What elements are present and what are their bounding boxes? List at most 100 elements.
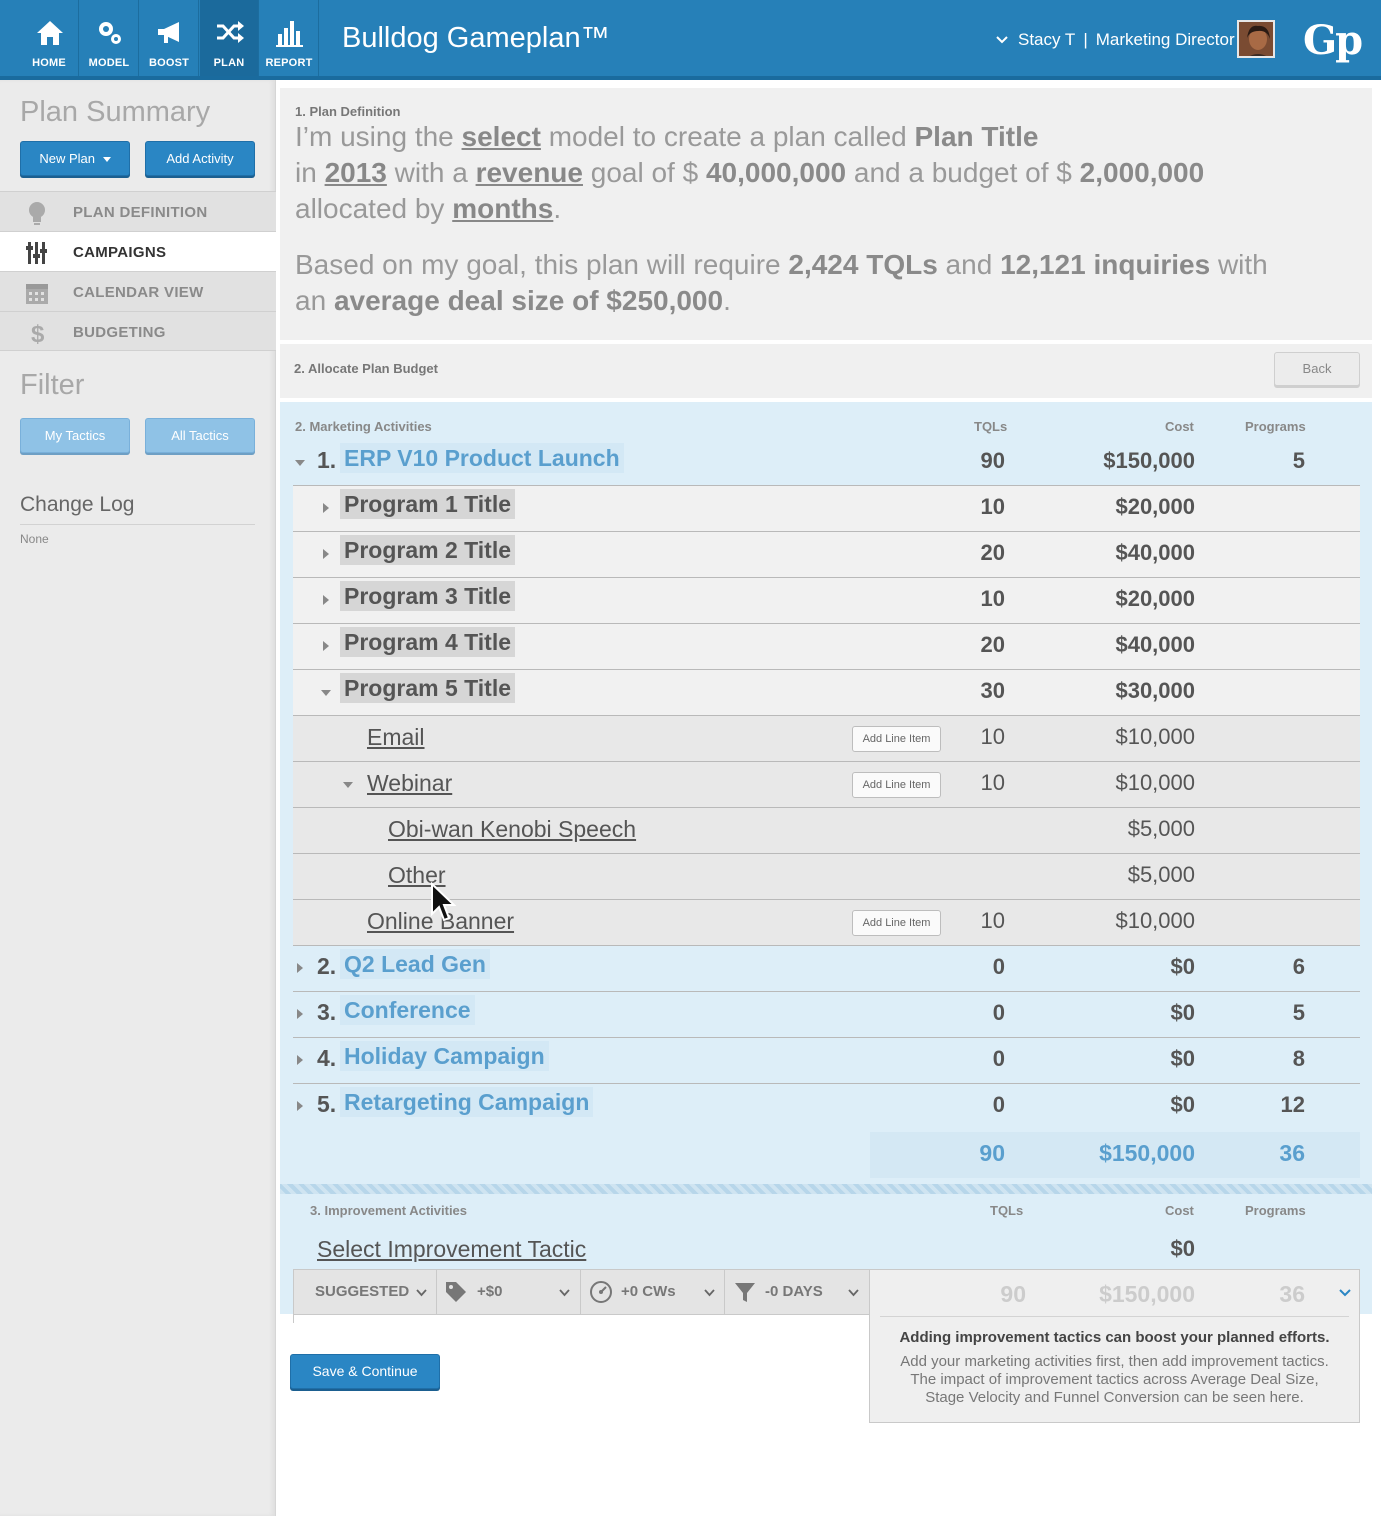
- campaign-title[interactable]: Q2 Lead Gen: [340, 949, 490, 979]
- improvement-panel-text: Add your marketing activities first, the…: [900, 1353, 1329, 1406]
- budget-value[interactable]: 2,000,000: [1080, 157, 1205, 188]
- program-tqls: 10: [980, 586, 1005, 611]
- program-row[interactable]: Program 5 Title 30 $30,000: [293, 670, 1360, 716]
- summary-cost: $150,000: [1099, 1281, 1195, 1307]
- sidebar-item-campaigns[interactable]: CAMPAIGNS: [0, 231, 276, 271]
- user-menu[interactable]: Stacy T | Marketing Director: [996, 28, 1235, 52]
- text: with a: [386, 157, 476, 188]
- campaign-title[interactable]: Retargeting Campaign: [340, 1087, 594, 1117]
- average-deal-size: average deal size of $250,000: [333, 285, 724, 316]
- program-title[interactable]: Program 1 Title: [340, 489, 516, 519]
- collapse-icon[interactable]: [321, 690, 331, 696]
- line-item-title[interactable]: Obi-wan Kenobi Speech: [388, 816, 636, 843]
- collapse-icon[interactable]: [295, 460, 305, 466]
- expand-icon[interactable]: [323, 549, 329, 559]
- save-continue-button[interactable]: Save & Continue: [290, 1354, 440, 1389]
- program-row[interactable]: Program 4 Title 20 $40,000: [293, 624, 1360, 670]
- program-title[interactable]: Program 3 Title: [340, 581, 516, 611]
- column-header-cost: Cost: [1165, 419, 1194, 434]
- back-button[interactable]: Back: [1274, 352, 1360, 386]
- chevron-down-icon[interactable]: [1339, 1287, 1351, 1299]
- add-line-item-button[interactable]: Add Line Item: [852, 726, 941, 752]
- goal-value[interactable]: 40,000,000: [706, 157, 846, 188]
- program-title[interactable]: Program 2 Title: [340, 535, 516, 565]
- improvement-panel-heading: Adding improvement tactics can boost you…: [899, 1329, 1330, 1346]
- shuffle-icon: [217, 21, 244, 43]
- campaign-row[interactable]: 4. Holiday Campaign 0 $0 8: [293, 1038, 1360, 1084]
- nav-plan-button[interactable]: PLAN: [200, 0, 259, 76]
- program-title[interactable]: Program 5 Title: [340, 673, 516, 703]
- add-line-item-button[interactable]: Add Line Item: [852, 772, 941, 798]
- expand-icon[interactable]: [323, 595, 329, 605]
- marketing-activities-section: 2. Marketing Activities TQLs Cost Progra…: [280, 402, 1372, 1184]
- expand-icon[interactable]: [297, 1101, 303, 1111]
- nav-home-label: HOME: [32, 57, 66, 69]
- column-header-cost: Cost: [1165, 1203, 1194, 1218]
- tqls-required: 2,424 TQLs: [788, 249, 938, 280]
- summary-tqls: 90: [1000, 1281, 1026, 1307]
- program-row[interactable]: Program 2 Title 20 $40,000: [293, 532, 1360, 578]
- expand-icon[interactable]: [297, 1055, 303, 1065]
- program-title[interactable]: Program 4 Title: [340, 627, 516, 657]
- gears-icon: [99, 22, 121, 44]
- days-filter-dropdown[interactable]: -0 DAYS: [725, 1270, 869, 1314]
- expand-icon[interactable]: [297, 963, 303, 973]
- expand-icon[interactable]: [297, 1009, 303, 1019]
- add-activity-button[interactable]: Add Activity: [145, 141, 255, 176]
- nav-boost-button[interactable]: BOOST: [140, 0, 199, 76]
- tactic-title[interactable]: Email: [367, 724, 425, 751]
- plan-title-value[interactable]: Plan Title: [915, 121, 1039, 152]
- nav-model-button[interactable]: MODEL: [80, 0, 139, 76]
- my-tactics-button[interactable]: My Tactics: [20, 418, 130, 453]
- line-item-row[interactable]: Obi-wan Kenobi Speech $5,000: [293, 808, 1360, 854]
- change-log-value: None: [20, 532, 49, 546]
- tactic-title[interactable]: Webinar: [367, 770, 452, 797]
- campaign-title[interactable]: ERP V10 Product Launch: [340, 443, 624, 473]
- cws-filter-dropdown[interactable]: +0 CWs: [581, 1270, 725, 1314]
- nav-home-button[interactable]: HOME: [20, 0, 79, 76]
- add-line-item-button[interactable]: Add Line Item: [852, 910, 941, 936]
- program-cost: $30,000: [1115, 678, 1195, 703]
- tactic-row[interactable]: Email Add Line Item 10 $10,000: [293, 716, 1360, 762]
- sidebar-item-calendar-view[interactable]: CALENDAR VIEW: [0, 271, 276, 311]
- sidebar: Plan Summary New Plan Add Activity PLAN …: [0, 80, 276, 1516]
- svg-text:$: $: [31, 321, 45, 346]
- campaign-row[interactable]: 3. Conference 0 $0 5: [293, 992, 1360, 1038]
- sidebar-item-label: CALENDAR VIEW: [73, 284, 204, 301]
- campaign-programs: 12: [1280, 1092, 1305, 1117]
- improvement-cost: $0: [1170, 1236, 1195, 1261]
- speedometer-icon: [590, 1281, 612, 1303]
- campaign-row[interactable]: 5. Retargeting Campaign 0 $0 12: [293, 1084, 1360, 1130]
- expand-icon[interactable]: [323, 503, 329, 513]
- campaign-row[interactable]: 1. ERP V10 Product Launch 90 $150,000 5: [293, 440, 1360, 486]
- campaign-title[interactable]: Holiday Campaign: [340, 1041, 549, 1071]
- program-row[interactable]: Program 3 Title 10 $20,000: [293, 578, 1360, 624]
- tactic-row[interactable]: Webinar Add Line Item 10 $10,000: [293, 762, 1360, 808]
- collapse-icon[interactable]: [343, 782, 353, 788]
- program-row[interactable]: Program 1 Title 10 $20,000: [293, 486, 1360, 532]
- suggested-filter-dropdown[interactable]: SUGGESTED: [294, 1270, 437, 1314]
- campaign-tqls: 90: [980, 448, 1005, 473]
- campaign-number: 4.: [317, 1045, 337, 1071]
- price-filter-dropdown[interactable]: +$0: [437, 1270, 581, 1314]
- expand-icon[interactable]: [323, 641, 329, 651]
- campaign-title[interactable]: Conference: [340, 995, 475, 1025]
- campaign-cost: $0: [1170, 954, 1195, 979]
- divider: [20, 524, 255, 525]
- select-improvement-tactic-link[interactable]: Select Improvement Tactic: [317, 1236, 586, 1263]
- activities-totals: 90 $150,000 36: [870, 1132, 1360, 1178]
- campaign-row[interactable]: 2. Q2 Lead Gen 0 $0 6: [293, 946, 1360, 992]
- sidebar-item-budgeting[interactable]: $ BUDGETING: [0, 311, 276, 351]
- all-tactics-button[interactable]: All Tactics: [145, 418, 255, 453]
- new-plan-button[interactable]: New Plan: [20, 141, 130, 176]
- year-select[interactable]: 2013: [325, 157, 387, 188]
- goal-type-select[interactable]: revenue: [476, 157, 583, 188]
- campaign-number: 5.: [317, 1091, 337, 1117]
- allocation-select[interactable]: months: [452, 193, 553, 224]
- model-select[interactable]: select: [462, 121, 541, 152]
- sidebar-item-plan-definition[interactable]: PLAN DEFINITION: [0, 191, 276, 231]
- home-icon: [37, 21, 63, 45]
- nav-report-button[interactable]: REPORT: [260, 0, 319, 76]
- avatar[interactable]: [1237, 20, 1275, 58]
- program-tqls: 10: [980, 494, 1005, 519]
